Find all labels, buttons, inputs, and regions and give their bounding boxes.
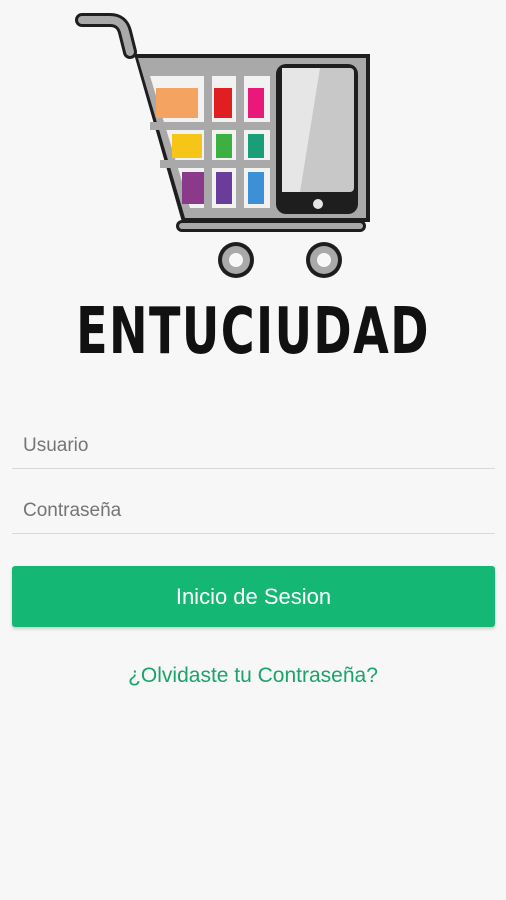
username-field[interactable]	[12, 424, 495, 469]
forgot-password-link[interactable]: ¿Olvidaste tu Contraseña?	[0, 664, 506, 688]
password-field[interactable]	[12, 489, 495, 534]
brand-title: ENTUCIUDAD	[76, 295, 430, 369]
cart-logo-icon	[75, 13, 370, 278]
username-input[interactable]	[12, 424, 495, 468]
login-screen: ENTUCIUDAD Inicio de Sesion ¿Olvidaste t…	[0, 0, 506, 900]
login-button[interactable]: Inicio de Sesion	[12, 566, 495, 627]
password-input[interactable]	[12, 489, 495, 533]
